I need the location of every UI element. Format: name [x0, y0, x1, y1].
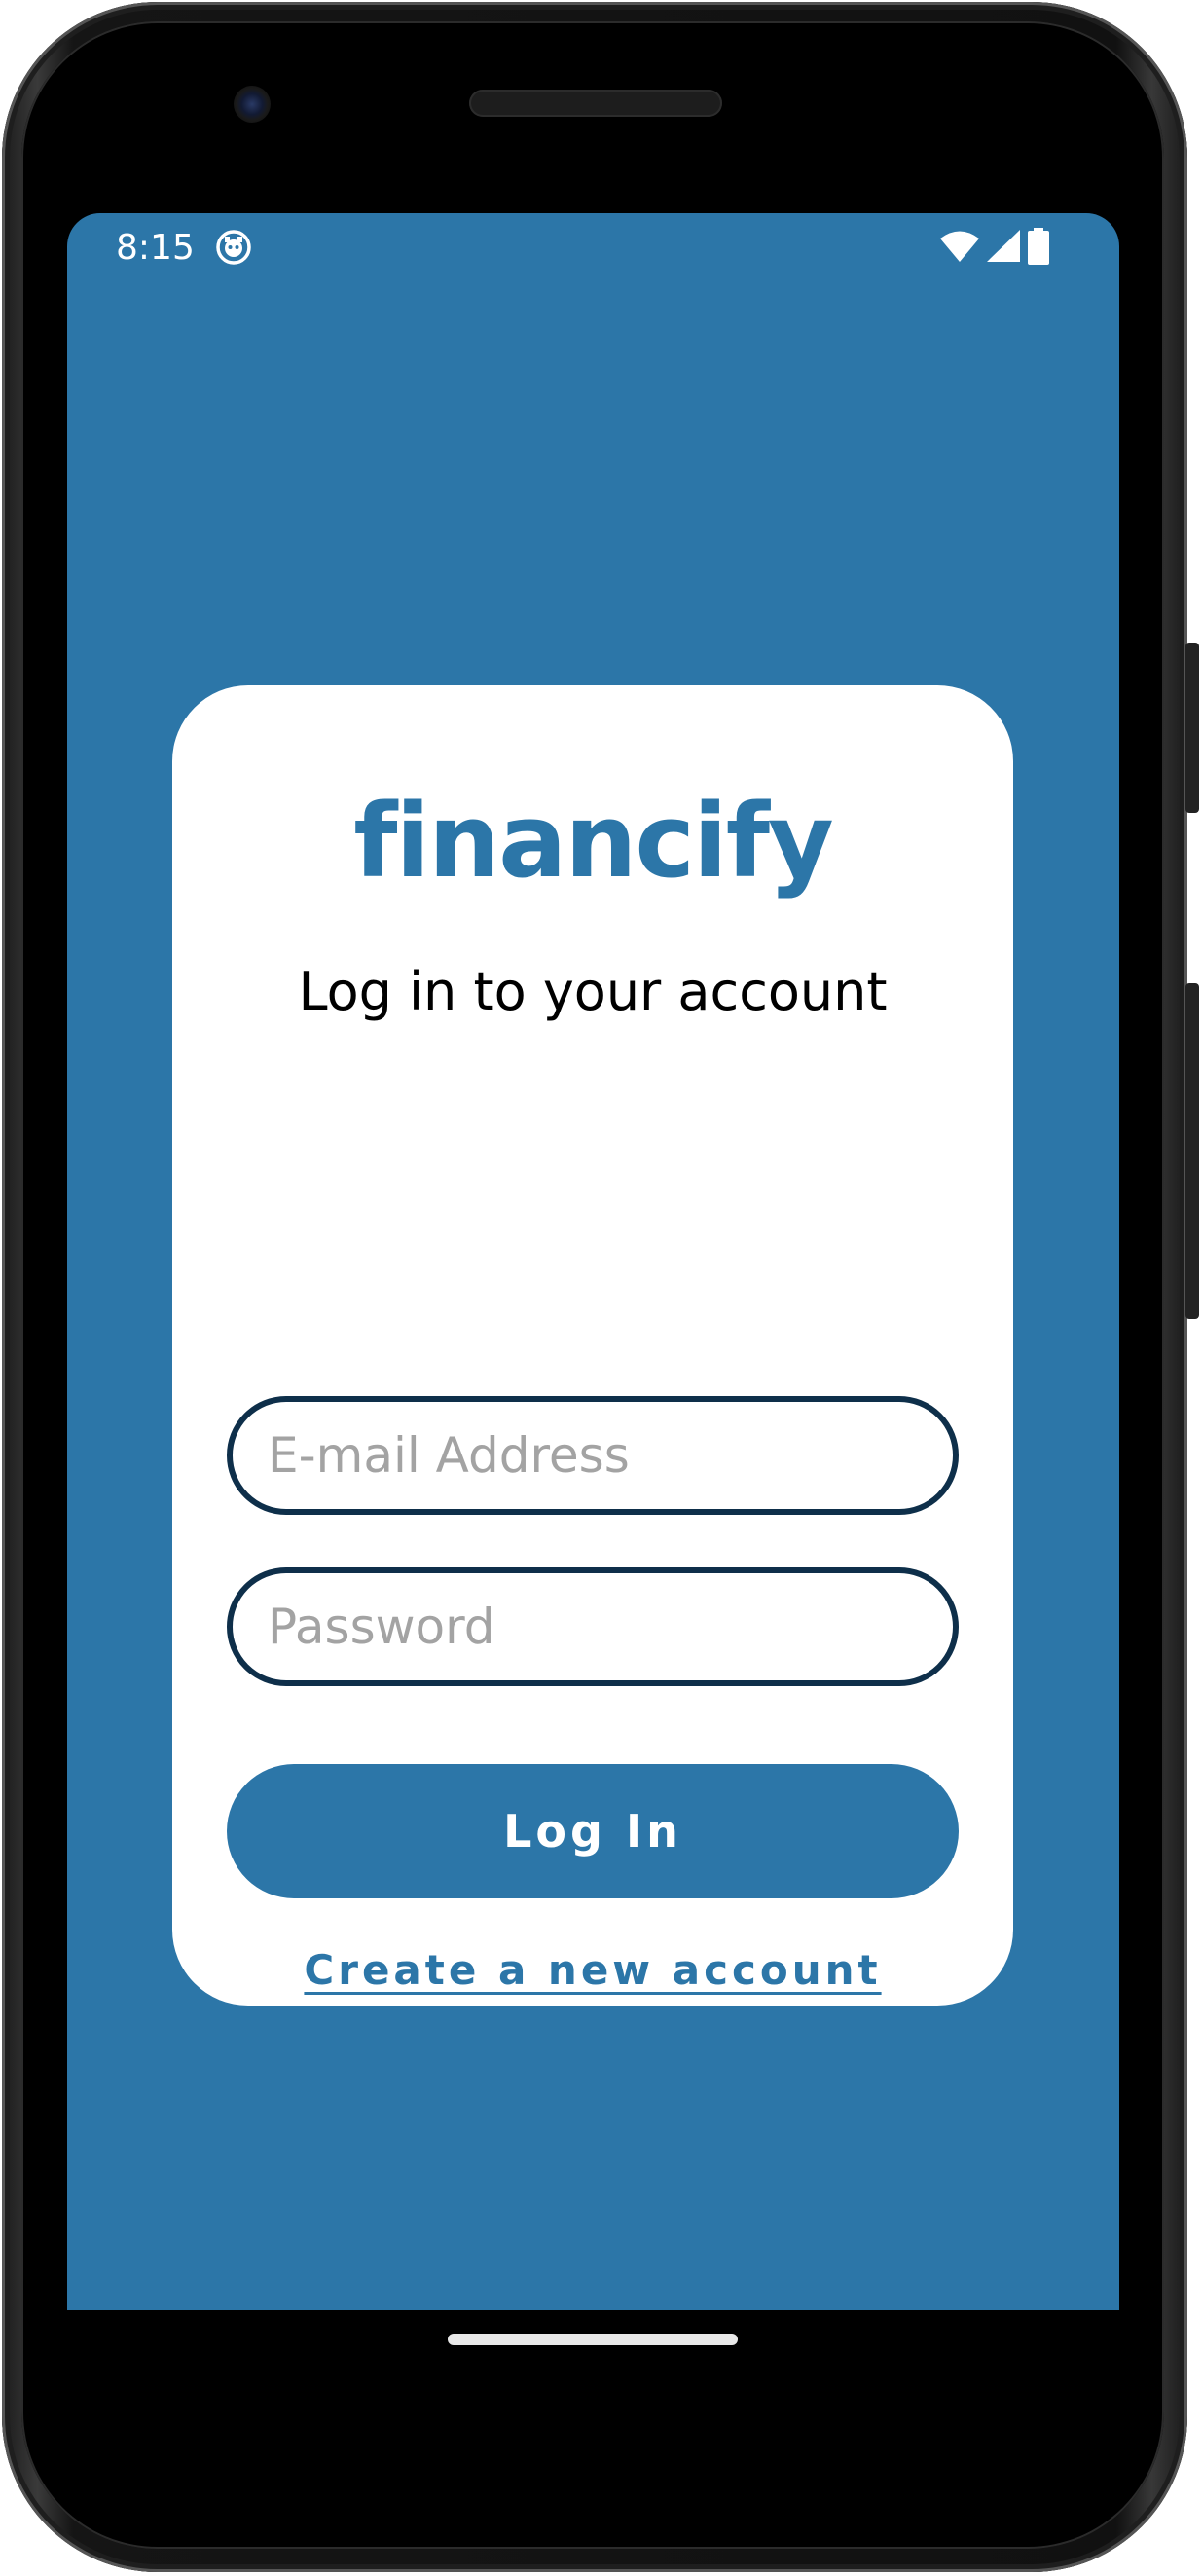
create-account-link[interactable]: Create a new account: [172, 1941, 1013, 2000]
email-field-container: [227, 1396, 959, 1515]
wifi-icon: [940, 230, 979, 263]
status-time: 8:15: [116, 228, 195, 268]
cellular-signal-icon: [987, 230, 1020, 263]
earpiece-speaker: [469, 90, 722, 117]
status-bar: 8:15: [67, 213, 1119, 283]
power-button: [1185, 643, 1199, 813]
status-icons: [940, 227, 1049, 266]
password-input[interactable]: [268, 1573, 929, 1680]
phone-device: 8:15 financify Log in to your account E-…: [0, 0, 1202, 2576]
login-subtitle: Log in to your account: [298, 961, 888, 1022]
front-camera: [234, 86, 271, 123]
login-card: financify Log in to your account Log In …: [172, 685, 1013, 2006]
home-indicator[interactable]: [448, 2334, 738, 2345]
password-field-container: [227, 1567, 959, 1686]
brand-logo-text: financify: [353, 782, 834, 901]
app-notification-icon: [215, 229, 252, 266]
app-screen: 8:15 financify Log in to your account E-…: [67, 213, 1119, 2310]
volume-button: [1185, 983, 1199, 1319]
email-input[interactable]: [268, 1402, 929, 1509]
battery-icon: [1028, 228, 1049, 265]
login-button[interactable]: Log In: [227, 1764, 959, 1898]
